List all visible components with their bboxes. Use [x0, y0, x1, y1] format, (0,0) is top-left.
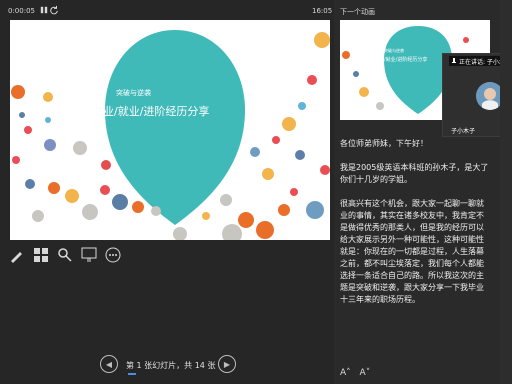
- slide-counter: 第 1 张幻灯片，共 14 张: [126, 361, 216, 370]
- pointer-icon[interactable]: [80, 246, 98, 264]
- next-slide-button[interactable]: ▶: [218, 355, 236, 373]
- video-user-name: 子小木子: [451, 128, 476, 135]
- progress-indicator: [128, 373, 136, 375]
- slide-toolbar: [8, 246, 128, 266]
- clock: 16:05: [312, 7, 333, 15]
- speaker-notes: 各位师弟师妹，下午好！ 我是2005级英语本科班的孙木子，是大了你们十几岁的学姐…: [340, 139, 489, 304]
- slide-navigation: ◀ 第 1 张幻灯片，共 14 张 ▶: [100, 355, 240, 377]
- next-animation-label: 下一个动画: [340, 8, 375, 16]
- next-slide-title-small: 突破与逆袭: [384, 48, 404, 53]
- increase-font-button[interactable]: A˄: [340, 368, 351, 378]
- current-slide[interactable]: 突破与逆袭 择业/就业/进阶经历分享: [10, 20, 330, 240]
- microphone-icon: [452, 58, 456, 63]
- slide-balloon-graphic: [11, 30, 330, 240]
- pause-icon[interactable]: [40, 6, 48, 14]
- next-slide-title-main: 择业/就业/进阶经历分享: [374, 57, 428, 63]
- bottom-left-label: [0, 374, 30, 384]
- side-scrollbar[interactable]: [500, 0, 512, 384]
- more-icon[interactable]: [104, 246, 122, 264]
- elapsed-time: 0:00:05: [8, 7, 35, 15]
- slide-title-main: 择业/就业/进阶经历分享: [92, 105, 210, 118]
- pen-tool-icon[interactable]: [8, 246, 26, 264]
- font-size-controls: A˄ A˅: [340, 368, 376, 378]
- zoom-icon[interactable]: [56, 246, 74, 264]
- decrease-font-button[interactable]: A˅: [360, 368, 371, 378]
- previous-slide-button[interactable]: ◀: [100, 355, 118, 373]
- slide-title-small: 突破与逆袭: [116, 89, 151, 97]
- see-all-slides-icon[interactable]: [32, 246, 50, 264]
- previous-arrow-icon: ◀: [105, 359, 113, 369]
- next-arrow-icon: ▶: [223, 359, 231, 369]
- reset-icon[interactable]: [49, 5, 59, 15]
